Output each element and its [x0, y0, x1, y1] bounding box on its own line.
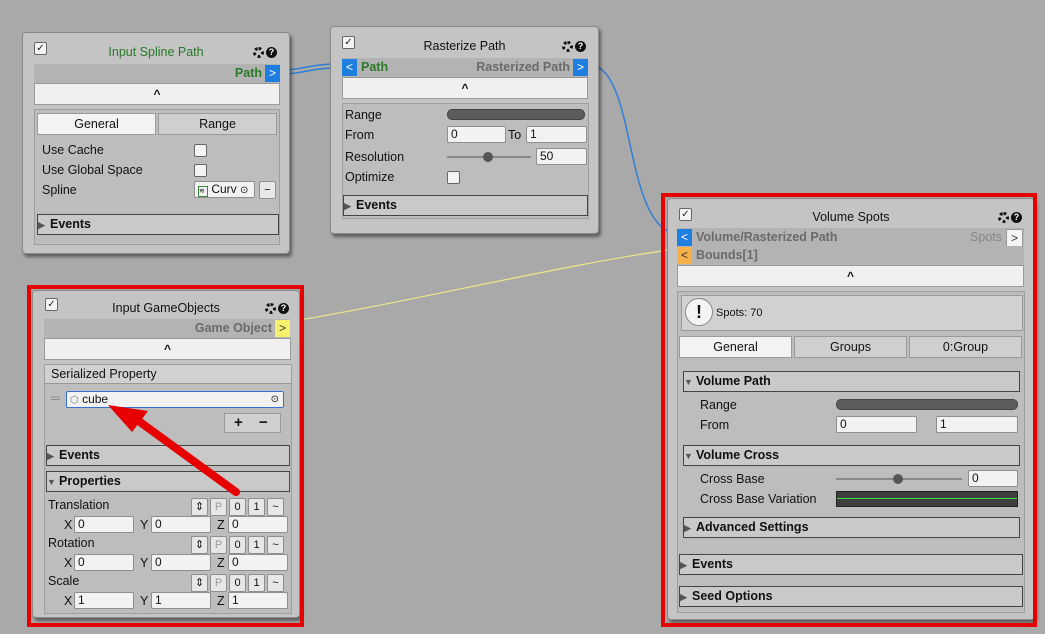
annotation-arrow: [108, 405, 240, 496]
